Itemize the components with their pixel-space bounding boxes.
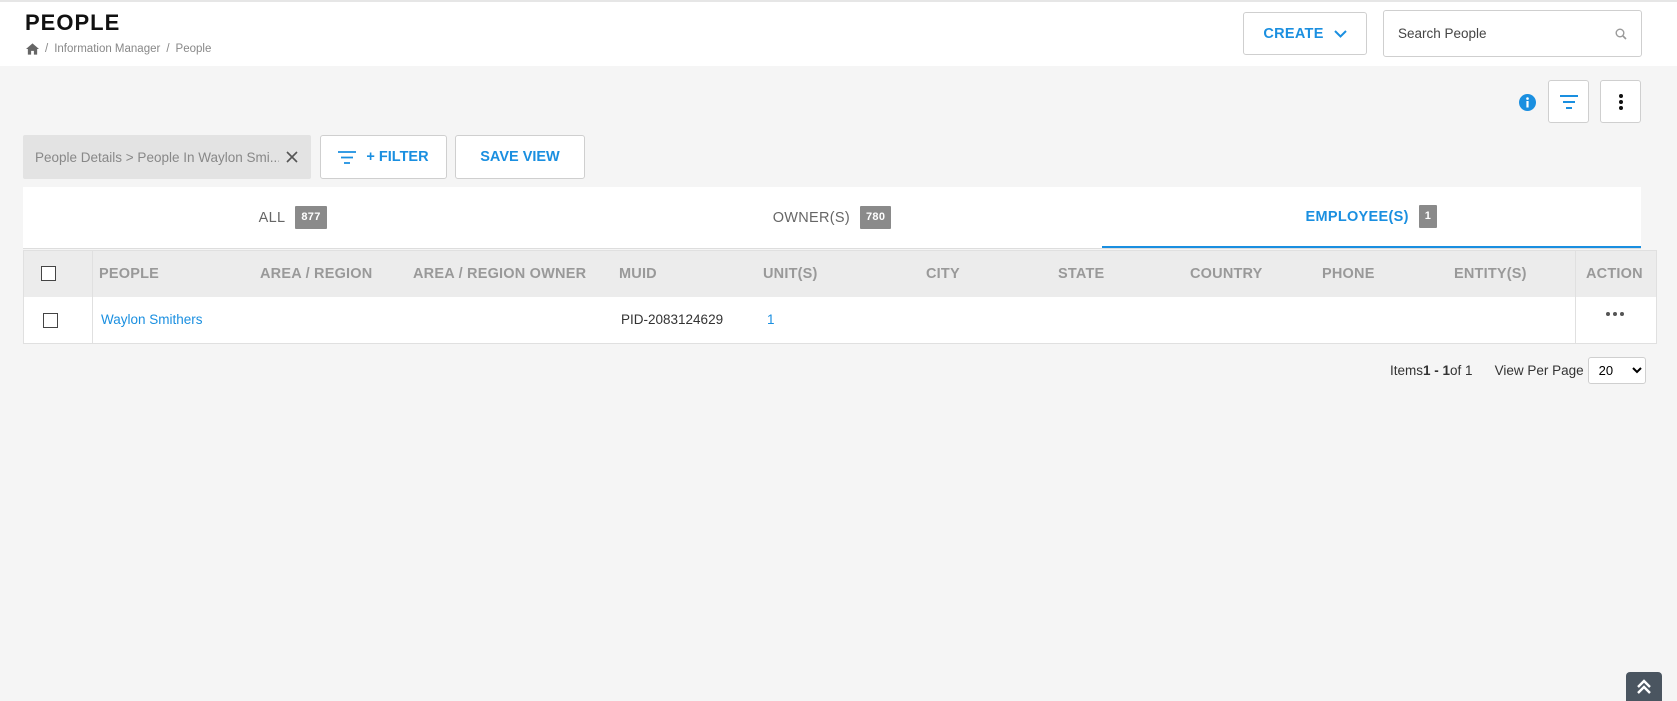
saved-view-label: People Details > People In Waylon Smi... bbox=[35, 149, 279, 165]
search-icon[interactable] bbox=[1615, 28, 1627, 40]
table-header: PEOPLE AREA / REGION AREA / REGION OWNER… bbox=[24, 251, 1656, 297]
tab-owners[interactable]: OWNER(S) 780 bbox=[562, 187, 1101, 248]
column-divider bbox=[1575, 251, 1576, 297]
column-header-area-region[interactable]: AREA / REGION bbox=[260, 266, 372, 282]
row-checkbox[interactable] bbox=[43, 313, 58, 328]
create-button[interactable]: CREATE bbox=[1243, 12, 1367, 55]
column-header-area-region-owner[interactable]: AREA / REGION OWNER bbox=[413, 266, 586, 282]
column-header-muid[interactable]: MUID bbox=[619, 266, 657, 282]
tab-label: OWNER(S) bbox=[772, 209, 851, 226]
column-header-city[interactable]: CITY bbox=[926, 266, 960, 282]
info-icon[interactable] bbox=[1519, 94, 1536, 111]
items-range: 1 - 1 bbox=[1423, 363, 1451, 378]
people-tabs: ALL 877 OWNER(S) 780 EMPLOYEE(S) 1 bbox=[23, 187, 1641, 249]
breadcrumb-separator: / bbox=[45, 43, 49, 55]
chevron-down-icon bbox=[1333, 29, 1347, 38]
create-button-label: CREATE bbox=[1263, 25, 1324, 42]
column-header-units[interactable]: UNIT(S) bbox=[763, 266, 818, 282]
count-badge: 877 bbox=[295, 206, 327, 229]
column-header-action: ACTION bbox=[1586, 266, 1643, 282]
search-box[interactable] bbox=[1383, 10, 1642, 57]
column-header-people[interactable]: PEOPLE bbox=[99, 266, 159, 282]
filter-toggle-button[interactable] bbox=[1548, 80, 1589, 123]
count-badge: 1 bbox=[1418, 205, 1438, 228]
double-chevron-up-icon bbox=[1637, 678, 1651, 694]
save-view-label: SAVE VIEW bbox=[480, 149, 560, 165]
filter-icon bbox=[1559, 94, 1578, 109]
scroll-to-top-button[interactable] bbox=[1626, 672, 1662, 701]
tab-employees[interactable]: EMPLOYEE(S) 1 bbox=[1101, 187, 1641, 248]
items-prefix: Items bbox=[1390, 363, 1424, 378]
view-per-page-label: View Per Page bbox=[1494, 363, 1584, 378]
breadcrumb: / Information Manager / People bbox=[26, 43, 211, 55]
column-divider bbox=[92, 297, 93, 343]
search-input[interactable] bbox=[1398, 26, 1615, 41]
page-title: PEOPLE bbox=[25, 10, 121, 35]
vertical-dots-icon bbox=[1618, 93, 1623, 110]
column-header-entities[interactable]: ENTITY(S) bbox=[1454, 266, 1527, 282]
close-icon[interactable] bbox=[285, 150, 299, 164]
items-total: of 1 bbox=[1450, 363, 1473, 378]
breadcrumb-item-people: People bbox=[175, 43, 212, 55]
select-all-checkbox[interactable] bbox=[41, 266, 56, 281]
tab-label: EMPLOYEE(S) bbox=[1305, 208, 1409, 225]
tab-all[interactable]: ALL 877 bbox=[23, 187, 562, 248]
column-divider bbox=[1575, 297, 1576, 343]
filter-icon bbox=[338, 150, 357, 164]
breadcrumb-separator: / bbox=[166, 43, 170, 55]
pagination: Items 1 - 1 of 1 View Per Page 20 bbox=[1390, 357, 1646, 384]
row-actions-icon[interactable] bbox=[1606, 312, 1624, 316]
person-name-link[interactable]: Waylon Smithers bbox=[101, 312, 203, 327]
more-options-button[interactable] bbox=[1600, 80, 1641, 123]
count-badge: 780 bbox=[860, 206, 892, 229]
column-header-country[interactable]: COUNTRY bbox=[1190, 266, 1263, 282]
save-view-button[interactable]: SAVE VIEW bbox=[455, 135, 585, 179]
page-header: PEOPLE / Information Manager / People CR… bbox=[0, 0, 1677, 66]
people-table: PEOPLE AREA / REGION AREA / REGION OWNER… bbox=[23, 250, 1657, 344]
tab-label: ALL bbox=[258, 209, 286, 226]
add-filter-label: + FILTER bbox=[366, 149, 429, 165]
add-filter-button[interactable]: + FILTER bbox=[320, 135, 447, 179]
home-icon[interactable] bbox=[26, 43, 39, 55]
breadcrumb-item-information-manager[interactable]: Information Manager bbox=[54, 43, 160, 55]
units-count-link[interactable]: 1 bbox=[767, 312, 775, 327]
saved-view-chip[interactable]: People Details > People In Waylon Smi... bbox=[23, 135, 311, 179]
column-divider bbox=[92, 251, 93, 297]
table-row: Waylon Smithers PID-2083124629 1 bbox=[24, 297, 1656, 343]
column-header-state[interactable]: STATE bbox=[1058, 266, 1104, 282]
column-header-phone[interactable]: PHONE bbox=[1322, 266, 1375, 282]
muid-cell: PID-2083124629 bbox=[621, 312, 724, 327]
per-page-select[interactable]: 20 bbox=[1587, 357, 1646, 384]
